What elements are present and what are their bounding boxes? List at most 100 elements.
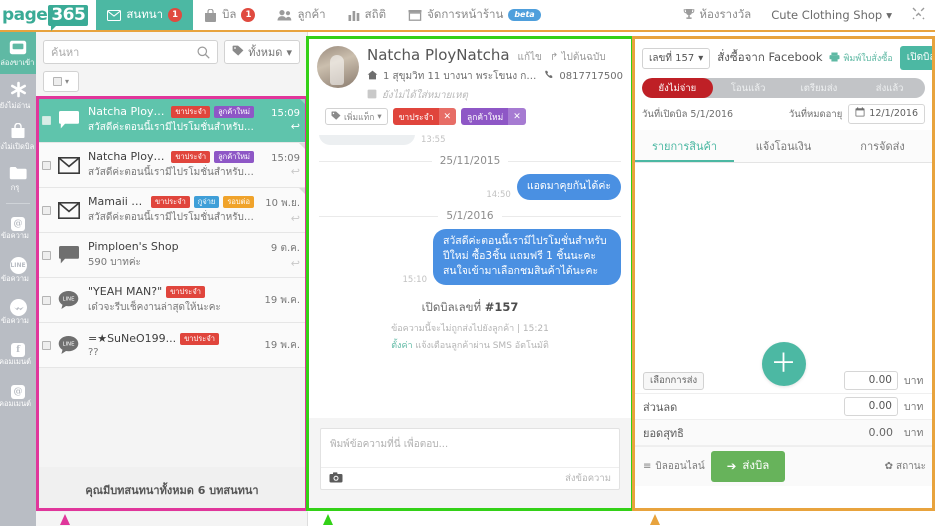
conversation-row-2[interactable]: Natcha PloyNat... ขาประจำ ลูกค้าใหม่ สวั… <box>36 143 308 188</box>
camera-icon[interactable] <box>329 471 343 486</box>
nav-rewards-label: ห้องรางวัล <box>699 7 752 21</box>
rail-item-unread[interactable]: ยังไม่อ่าน <box>0 74 36 116</box>
status-transferred[interactable]: โอนแล้ว <box>713 78 784 98</box>
instagram-message-icon: @ <box>11 216 25 231</box>
conversation-time: 10 พ.ย. <box>265 197 300 209</box>
rail-item-instagram-message[interactable]: @ ข้อความ <box>0 207 36 249</box>
shipping-amount-input[interactable]: 0.00 <box>844 371 898 390</box>
search-input[interactable]: ค้นหา <box>43 40 219 64</box>
rail-item-unbilled-label: ยังไม่เปิดบิล <box>0 142 35 151</box>
message-thread[interactable]: 13:55 25/11/2015 14:50 แอดมาคุยกันได้ค่ะ… <box>309 135 631 407</box>
order-date-row: วันที่เปิดบิล 5/1/2016 วันที่หมดอายุ 12/… <box>635 98 932 130</box>
tab-shipping[interactable]: การจัดส่ง <box>833 130 932 162</box>
search-placeholder: ค้นหา <box>51 46 80 59</box>
chevron-down-icon: ▾ <box>64 77 69 86</box>
net-total-value: 0.00 <box>868 426 894 439</box>
rail-item-instagram-comment[interactable]: @ คอมเมนต์ <box>0 375 36 417</box>
nav-item-conversations[interactable]: สนทนา 1 <box>96 0 194 30</box>
chat-tag-1[interactable]: ขาประจำ ✕ <box>392 108 457 125</box>
app-logo[interactable]: page 365 <box>0 0 96 31</box>
tab-items[interactable]: รายการสินค้า <box>635 130 734 162</box>
conversation-time: 19 พ.ค. <box>264 294 300 306</box>
rail-item-line-message[interactable]: LINE ข้อความ <box>0 249 36 291</box>
status-shipped[interactable]: ส่งแล้ว <box>854 78 925 98</box>
marker-chat <box>323 514 333 525</box>
conversation-list-panel: ค้นหา ทั้งหมด ▾ ▾ Natcha PloyN ขาประจำ ล… <box>36 32 308 526</box>
tag-filter-dropdown[interactable]: ทั้งหมด ▾ <box>224 40 300 64</box>
print-order-button[interactable]: พิมพ์ใบสั่งซื้อ <box>829 51 893 65</box>
new-bill-button[interactable]: เปิดบิลใหม่ <box>899 46 932 70</box>
reply-arrow-icon: ↩ <box>290 119 300 133</box>
status-preparing[interactable]: เตรียมส่ง <box>784 78 855 98</box>
conversation-name: Natcha PloyNat... <box>88 105 167 118</box>
rail-item-archive[interactable]: กรุ <box>0 158 36 200</box>
select-all-dropdown[interactable]: ▾ <box>43 71 79 92</box>
customer-note-row[interactable]: ยังไม่ได้ใส่หมายเหตุ <box>367 88 623 103</box>
order-number-dropdown[interactable]: เลขที่ 157 ▾ <box>642 47 711 69</box>
discount-amount-input[interactable]: 0.00 <box>844 397 898 416</box>
rail-item-unbilled[interactable]: ยังไม่เปิดบิล <box>0 116 36 158</box>
row-checkbox[interactable] <box>42 250 51 260</box>
order-status-settings-button[interactable]: ✿ สถานะ <box>885 459 926 474</box>
conversation-row-6[interactable]: LINE =★SuNeO199... ขาประจำ ?? 19 พ.ค. <box>36 323 308 368</box>
conversation-rows[interactable]: Natcha PloyNat... ขาประจำ ลูกค้าใหม่ สวั… <box>36 98 308 481</box>
svg-text:LINE: LINE <box>62 342 75 348</box>
conversation-row-4[interactable]: Pimploen's Shop 590 บาทค่ะ 9 ต.ค. ↩ <box>36 233 308 278</box>
bulk-select-row: ▾ <box>36 68 307 98</box>
conversation-row-5[interactable]: LINE "YEAH MAN?" ขาประจำ เด๋วจะรีบเช็คงา… <box>36 278 308 323</box>
nav-item-bills[interactable]: บิล 1 <box>193 0 266 30</box>
divider <box>319 160 432 162</box>
select-shipping-button[interactable]: เลือกการส่ง <box>643 372 705 390</box>
row-checkbox[interactable] <box>42 160 51 170</box>
tab-payment-notify[interactable]: แจ้งโอนเงิน <box>734 130 833 162</box>
nav-conversations-badge: 1 <box>168 8 183 22</box>
folder-icon <box>9 166 27 183</box>
rail-item-line-message-label: ข้อความ <box>0 274 29 283</box>
status-unpaid[interactable]: ยังไม่จ่าย <box>642 78 713 98</box>
nav-item-customers[interactable]: ลูกค้า <box>266 0 336 30</box>
add-item-button[interactable]: ＋ <box>761 342 806 386</box>
order-expire-date-picker[interactable]: 12/1/2016 <box>848 104 925 124</box>
send-message-button[interactable]: ส่งข้อความ <box>565 471 611 486</box>
row-checkbox[interactable] <box>42 295 51 305</box>
row-checkbox[interactable] <box>42 115 51 125</box>
chat-tag-2-label: ลูกค้าใหม่ <box>467 112 504 123</box>
conversation-tag: กูจ่าย <box>193 195 220 208</box>
chat-tag-2[interactable]: ลูกค้าใหม่ ✕ <box>461 108 526 125</box>
row-checkbox[interactable] <box>42 340 51 350</box>
sms-settings-link[interactable]: ตั้งค่า <box>391 341 412 351</box>
row-checkbox[interactable] <box>42 205 51 215</box>
online-bill-button[interactable]: ≡ บิลออนไลน์ <box>643 459 705 474</box>
sms-settings-text: แจ้งเตือนลูกค้าผ่าน SMS อัตโนมัติ <box>412 341 549 351</box>
send-bill-button[interactable]: ➔ ส่งบิล <box>710 451 786 482</box>
row-corner-marker <box>299 143 308 152</box>
calendar-icon <box>855 107 865 120</box>
nav-rewards-room[interactable]: ห้องรางวัล <box>673 0 761 30</box>
rail-item-facebook-comment[interactable]: f คอมเมนต์ <box>0 333 36 375</box>
add-tag-button[interactable]: เพิ่มแท็ก ▾ <box>325 108 388 125</box>
printer-icon <box>829 52 840 65</box>
conversation-row-1[interactable]: Natcha PloyNat... ขาประจำ ลูกค้าใหม่ สวั… <box>36 98 308 143</box>
order-status-bar[interactable]: ยังไม่จ่าย โอนแล้ว เตรียมส่ง ส่งแล้ว <box>642 78 925 98</box>
close-icon[interactable]: ✕ <box>438 108 457 125</box>
rail-item-inbox[interactable]: กล่องขาเข้า <box>0 32 36 74</box>
order-number-label: เลขที่ 157 <box>649 52 695 64</box>
conversation-tag: ขาประจำ <box>171 150 211 163</box>
close-icon[interactable]: ✕ <box>508 108 526 125</box>
nav-shop-selector[interactable]: Cute Clothing Shop ▾ <box>761 0 902 30</box>
conversation-time: 19 พ.ค. <box>264 339 300 351</box>
nav-bills-badge: 1 <box>241 8 256 22</box>
rail-item-messenger-message[interactable]: ข้อความ <box>0 291 36 333</box>
people-icon <box>277 9 292 21</box>
nav-collapse-button[interactable] <box>902 0 935 30</box>
message-input[interactable]: พิมพ์ข้อความที่นี่ เพื่อตอบ... ส่งข้อควา… <box>320 428 620 490</box>
message-partial: 13:55 <box>319 135 621 145</box>
conversation-name: "YEAH MAN?" <box>88 285 163 298</box>
go-to-origin-link[interactable]: ↱ ไปต้นฉบับ <box>550 50 606 65</box>
storefront-icon <box>408 9 422 21</box>
order-tabs[interactable]: รายการสินค้า แจ้งโอนเงิน การจัดส่ง <box>635 130 932 163</box>
nav-item-storefront[interactable]: จัดการหน้าร้าน beta <box>397 0 552 30</box>
nav-item-statistics[interactable]: สถิติ <box>337 0 397 30</box>
edit-customer-link[interactable]: แก้ไข <box>518 50 542 65</box>
conversation-row-3[interactable]: Mamaii Dkg ขาประจำ กูจ่าย รอบต่อ สวัสดีค… <box>36 188 308 233</box>
